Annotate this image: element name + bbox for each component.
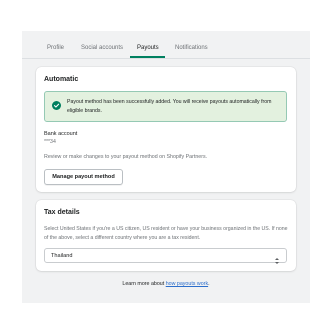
footer-help: Learn more about how payouts work.: [22, 281, 310, 287]
bank-account-label: Bank account: [44, 131, 78, 137]
country-select[interactable]: Thailand: [44, 248, 287, 264]
footer-prefix: Learn more about: [122, 281, 166, 287]
review-instructions: Review or make changes to your payout me…: [44, 154, 208, 160]
automatic-title: Automatic: [44, 76, 79, 83]
tax-details-card: Tax details Select United States if you'…: [36, 200, 296, 271]
how-payouts-work-link[interactable]: how payouts work: [166, 281, 208, 287]
tab-notifications[interactable]: Notifications: [175, 44, 208, 59]
select-arrows-icon: [274, 252, 280, 264]
automatic-payout-card: Automatic Payout method has been success…: [36, 67, 296, 192]
tab-social-accounts[interactable]: Social accounts: [81, 44, 123, 59]
tab-bar: Profile Social accounts Payouts Notifica…: [22, 31, 310, 59]
active-tab-indicator: [130, 56, 165, 58]
tax-description: Select United States if you're a US citi…: [44, 226, 288, 241]
country-select-value: Thailand: [51, 253, 73, 259]
tab-profile[interactable]: Profile: [47, 44, 64, 59]
tax-details-title: Tax details: [44, 209, 80, 216]
check-circle-icon: [52, 101, 61, 110]
footer-suffix: .: [208, 281, 210, 287]
success-banner: Payout method has been successfully adde…: [44, 91, 287, 122]
manage-payout-method-button[interactable]: Manage payout method: [44, 169, 123, 185]
bank-account-number: ***34: [44, 139, 56, 145]
success-message: Payout method has been successfully adde…: [67, 99, 272, 114]
